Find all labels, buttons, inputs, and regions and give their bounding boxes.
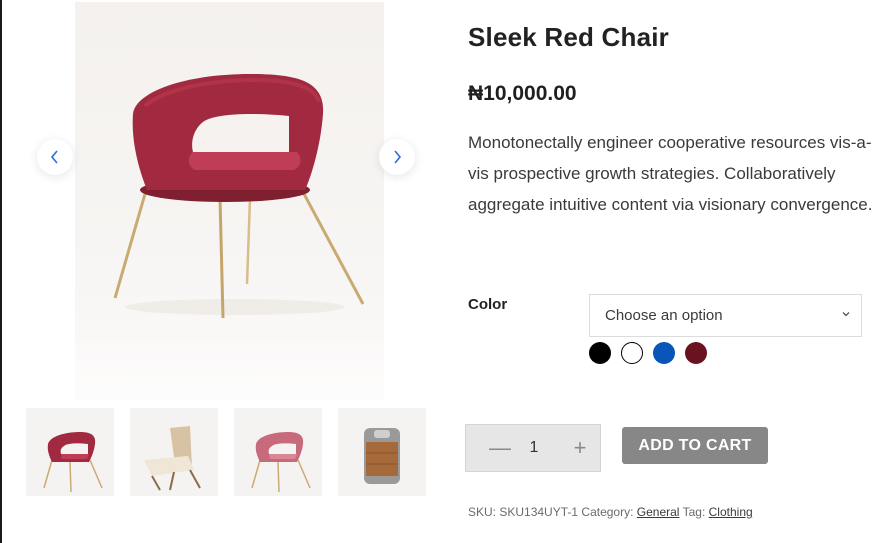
color-swatches: [589, 342, 707, 364]
quantity-input[interactable]: 1: [522, 425, 546, 471]
color-label: Color: [468, 296, 508, 313]
add-to-cart-button[interactable]: ADD TO CART: [622, 427, 768, 464]
chevron-right-icon: [394, 150, 402, 164]
swatch-black[interactable]: [589, 342, 611, 364]
product-meta: SKU: SKU134UYT-1 Category: General Tag: …: [468, 505, 753, 519]
window-edge: [0, 0, 2, 543]
swatch-maroon[interactable]: [685, 342, 707, 364]
color-select[interactable]: Choose an option: [589, 294, 862, 337]
thumbnail-strip: [26, 408, 426, 496]
quantity-stepper: — 1 +: [465, 424, 601, 472]
sku-value: SKU134UYT-1: [499, 505, 579, 519]
swatch-blue[interactable]: [653, 342, 675, 364]
category-label: Category:: [581, 505, 634, 519]
category-link[interactable]: General: [637, 505, 680, 519]
chevron-left-icon: [50, 150, 58, 164]
color-select-value: Choose an option: [605, 307, 723, 324]
chevron-down-icon: [842, 312, 850, 317]
tag-link[interactable]: Clothing: [709, 505, 753, 519]
quantity-decrease-button[interactable]: —: [480, 425, 520, 471]
quantity-increase-button[interactable]: +: [560, 425, 600, 471]
gallery-next-button[interactable]: [379, 139, 415, 175]
sku-label: SKU:: [468, 505, 497, 519]
tag-label: Tag:: [682, 505, 706, 519]
thumbnail-wood-stool[interactable]: [338, 408, 426, 496]
main-product-image[interactable]: [75, 2, 384, 400]
gallery-prev-button[interactable]: [37, 139, 73, 175]
thumbnail-lounge-chair[interactable]: [130, 408, 218, 496]
product-title: Sleek Red Chair: [468, 22, 669, 52]
thumbnail-red-chair[interactable]: [26, 408, 114, 496]
swatch-white[interactable]: [621, 342, 643, 364]
product-price: ₦10,000.00: [468, 82, 577, 105]
product-description: Monotonectally engineer cooperative reso…: [468, 133, 873, 214]
thumbnail-pink-chair[interactable]: [234, 408, 322, 496]
